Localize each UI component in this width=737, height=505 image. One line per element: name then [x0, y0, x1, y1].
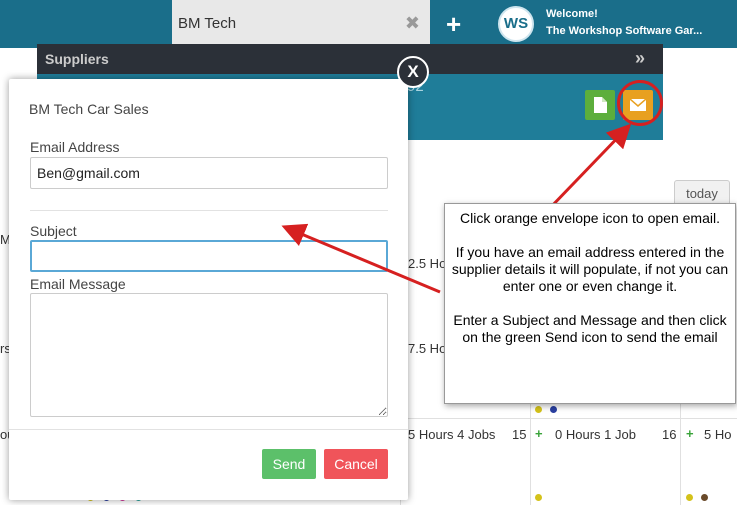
add-job-icon[interactable]: +	[686, 426, 694, 441]
subject-input[interactable]	[30, 240, 388, 272]
calendar-cell: 0 Hours 1 Job	[555, 427, 636, 442]
document-button[interactable]	[585, 90, 615, 120]
tab-bm-tech[interactable]: BM Tech ✖	[172, 0, 430, 48]
add-tab-icon[interactable]: +	[446, 9, 461, 40]
garage-name: The Workshop Software Gar...	[546, 25, 703, 37]
calendar-cell: 5 Ho	[704, 427, 732, 442]
job-dot[interactable]	[686, 494, 693, 501]
instruction-callout: Click orange envelope icon to open email…	[444, 203, 736, 404]
ws-logo: WS	[498, 6, 534, 42]
email-modal: BM Tech Car Sales Email Address Subject …	[9, 79, 408, 500]
job-dot[interactable]	[535, 406, 542, 413]
job-dot[interactable]	[535, 494, 542, 501]
suppliers-header: Suppliers »	[37, 44, 663, 74]
day-number: 16	[662, 427, 677, 442]
job-dot[interactable]	[701, 494, 708, 501]
tab-label: BM Tech	[178, 15, 237, 32]
callout-text: Enter a Subject and Message and then cli…	[453, 312, 727, 345]
document-icon	[594, 97, 607, 113]
close-tab-icon[interactable]: ✖	[405, 13, 420, 34]
calendar-gridline	[390, 418, 737, 419]
annotation-circle	[617, 80, 663, 126]
modal-title: BM Tech Car Sales	[29, 101, 149, 117]
modal-close-button[interactable]: X	[397, 56, 429, 88]
subject-label: Subject	[30, 223, 77, 239]
message-textarea[interactable]	[30, 293, 388, 417]
modal-divider	[30, 210, 388, 211]
send-button[interactable]: Send	[262, 449, 316, 479]
day-number: 15	[512, 427, 527, 442]
add-job-icon[interactable]: +	[535, 426, 543, 441]
modal-footer-divider	[9, 429, 408, 430]
collapse-icon[interactable]: »	[635, 48, 645, 69]
calendar-cell: 5 Hours 4 Jobs	[408, 427, 496, 442]
callout-text: Click orange envelope icon to open email…	[460, 210, 720, 226]
email-input[interactable]	[30, 157, 388, 189]
cancel-button[interactable]: Cancel	[324, 449, 388, 479]
suppliers-title: Suppliers	[45, 51, 109, 67]
message-label: Email Message	[30, 276, 126, 292]
job-dot[interactable]	[550, 406, 557, 413]
top-bar: BM Tech ✖ + WS Welcome! The Workshop Sof…	[0, 0, 737, 48]
email-label: Email Address	[30, 139, 120, 155]
welcome-text: Welcome!	[546, 8, 598, 20]
callout-text: If you have an email address entered in …	[451, 244, 729, 294]
